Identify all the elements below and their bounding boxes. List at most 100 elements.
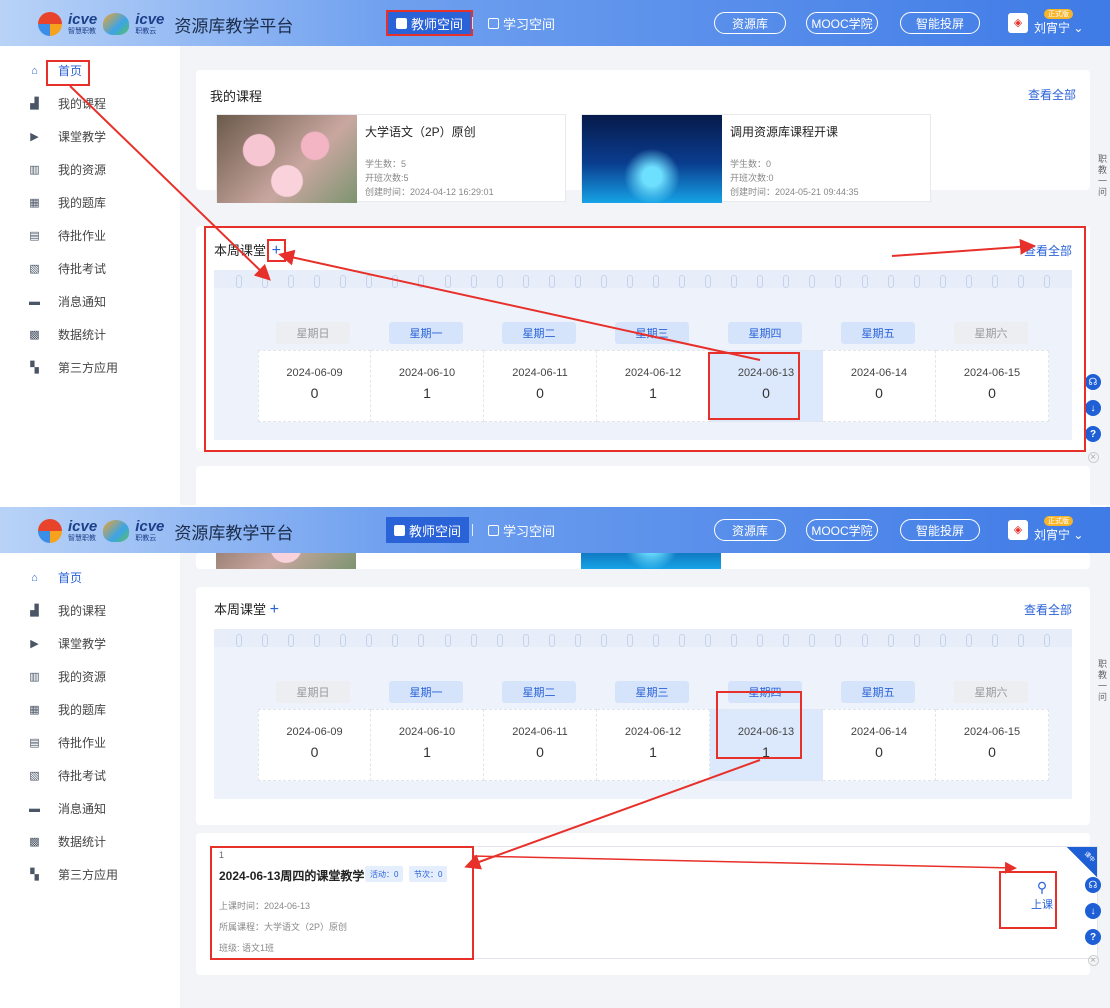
course-thumbnail xyxy=(582,115,722,203)
add-class-button[interactable]: + xyxy=(270,601,279,618)
user-name: 刘宵宁 xyxy=(1034,528,1071,542)
date-cell[interactable]: 2024-06-14 0 xyxy=(823,350,936,422)
headset-icon[interactable]: ☊ xyxy=(1085,374,1101,390)
divider xyxy=(472,524,473,536)
smart-cast-button[interactable]: 智能投屏 xyxy=(900,519,980,541)
sidebar-item-9[interactable]: ▚ 第三方应用 xyxy=(0,858,180,891)
date-cell[interactable]: 2024-06-15 0 xyxy=(936,709,1049,781)
sidebar-item-3[interactable]: ▥ 我的资源 xyxy=(0,660,180,693)
logo[interactable]: icve 智慧职教 icve 职教云 资源库教学平台 xyxy=(38,518,293,544)
sidebar-item-0[interactable]: ⌂ 首页 xyxy=(0,561,180,594)
date-cell[interactable]: 2024-06-10 1 xyxy=(371,709,484,781)
study-space-icon xyxy=(488,524,499,536)
homework-icon: ▤ xyxy=(29,230,40,242)
sidebar-item-2[interactable]: ▶ 课堂教学 xyxy=(0,120,180,153)
my-courses-view-all-link[interactable]: 查看全部 xyxy=(1028,86,1076,103)
lotus-logo-icon xyxy=(103,13,130,35)
resource-icon: ▥ xyxy=(29,164,40,176)
sidebar-item-8[interactable]: ▩ 数据统计 xyxy=(0,318,180,351)
study-space-button[interactable]: 学习空间 xyxy=(480,10,563,36)
day-header: 星期六 xyxy=(954,681,1028,703)
user-menu[interactable]: ◈ 正式版 刘宵宁 ⌄ xyxy=(1008,516,1083,543)
ring-icon xyxy=(236,634,242,647)
smart-cast-button[interactable]: 智能投屏 xyxy=(900,12,980,34)
resource-library-button[interactable]: 资源库 xyxy=(714,12,786,34)
next-card xyxy=(196,466,1090,505)
sidebar-item-5[interactable]: ▤ 待批作业 xyxy=(0,726,180,759)
start-class-label: 上课 xyxy=(1031,899,1053,911)
mooc-button[interactable]: MOOC学院 xyxy=(806,12,878,34)
sidebar-item-2[interactable]: ▶ 课堂教学 xyxy=(0,627,180,660)
sidebar-item-7[interactable]: ▬ 消息通知 xyxy=(0,285,180,318)
close-icon[interactable]: × xyxy=(1087,452,1099,463)
date-cell[interactable]: 2024-06-10 1 xyxy=(371,350,484,422)
sidebar-item-1[interactable]: ▟ 我的课程 xyxy=(0,594,180,627)
date-cell[interactable]: 2024-06-13 0 xyxy=(710,350,823,422)
sidebar-item-6[interactable]: ▧ 待批考试 xyxy=(0,252,180,285)
sidebar-item-6[interactable]: ▧ 待批考试 xyxy=(0,759,180,792)
course-thumbnail xyxy=(581,553,721,569)
week-view-all-link[interactable]: 查看全部 xyxy=(1024,601,1072,618)
ring-icon xyxy=(288,634,295,647)
date-cell[interactable]: 2024-06-11 0 xyxy=(484,709,597,781)
ring-icon xyxy=(731,275,738,288)
sidebar-item-label: 消息通知 xyxy=(58,295,107,309)
teacher-space-button[interactable]: 教师空间 xyxy=(386,517,470,543)
course-students: 学生数：0 xyxy=(730,159,772,169)
logo1-sub: 智慧职教 xyxy=(68,28,96,35)
lesson-card[interactable]: 1 2024-06-13周四的课堂教学 活动：0 节次：0 上课时间：2024-… xyxy=(210,846,1098,959)
course-card-2[interactable]: 调用资源库课程开课 学生数：0 开班次数:0 创建时间：2024-05-21 0… xyxy=(581,114,931,203)
lesson-time: 上课时间：2024-06-13 xyxy=(219,901,311,911)
sidebar-item-label: 消息通知 xyxy=(58,802,107,816)
user-menu[interactable]: ◈ 正式版 刘宵宁 ⌄ xyxy=(1008,9,1083,36)
sidebar-item-0[interactable]: ⌂ 首页 xyxy=(0,54,180,87)
help-icon[interactable]: ? xyxy=(1085,426,1101,442)
sidebar-item-1[interactable]: ▟ 我的课程 xyxy=(0,87,180,120)
add-class-button[interactable]: + xyxy=(266,239,287,262)
sidebar-item-3[interactable]: ▥ 我的资源 xyxy=(0,153,180,186)
class-count: 0 xyxy=(536,385,544,401)
sidebar-item-7[interactable]: ▬ 消息通知 xyxy=(0,792,180,825)
help-icon[interactable]: ? xyxy=(1085,929,1101,945)
ring-icon xyxy=(809,634,816,647)
sidebar-item-8[interactable]: ▩ 数据统计 xyxy=(0,825,180,858)
close-icon[interactable]: × xyxy=(1087,955,1099,966)
study-space-button[interactable]: 学习空间 xyxy=(480,517,563,543)
logo[interactable]: icve 智慧职教 icve 职教云 资源库教学平台 xyxy=(38,11,293,37)
teacher-space-button[interactable]: 教师空间 xyxy=(386,10,474,36)
mooc-button[interactable]: MOOC学院 xyxy=(806,519,878,541)
date-cell[interactable]: 2024-06-12 1 xyxy=(597,350,710,422)
headset-icon[interactable]: ☊ xyxy=(1085,877,1101,893)
ring-icon xyxy=(288,275,295,288)
date-cell[interactable]: 2024-06-15 0 xyxy=(936,350,1049,422)
date-cell[interactable]: 2024-06-11 0 xyxy=(484,350,597,422)
resource-library-button[interactable]: 资源库 xyxy=(714,519,786,541)
sidebar-item-5[interactable]: ▤ 待批作业 xyxy=(0,219,180,252)
date-cell[interactable]: 2024-06-09 0 xyxy=(258,350,371,422)
date-cell[interactable]: 2024-06-13 1 xyxy=(710,709,823,781)
date-cell[interactable]: 2024-06-09 0 xyxy=(258,709,371,781)
day-header: 星期六 xyxy=(954,322,1028,344)
download-icon[interactable]: ↓ xyxy=(1085,400,1101,416)
download-icon[interactable]: ↓ xyxy=(1085,903,1101,919)
date-cell[interactable]: 2024-06-14 0 xyxy=(823,709,936,781)
ring-icon xyxy=(314,634,321,647)
date-label: 2024-06-09 xyxy=(286,367,343,379)
day-header: 星期五 xyxy=(841,322,915,344)
day-header: 星期一 xyxy=(389,681,463,703)
exam-icon: ▧ xyxy=(29,770,40,782)
day-header: 星期三 xyxy=(615,322,689,344)
date-cell[interactable]: 2024-06-12 1 xyxy=(597,709,710,781)
week-view-all-link[interactable]: 查看全部 xyxy=(1024,242,1072,259)
lesson-index: 1 xyxy=(219,850,225,860)
sidebar-item-9[interactable]: ▚ 第三方应用 xyxy=(0,351,180,384)
lesson-course: 所属课程：大学语文（2P）原创 xyxy=(219,922,348,932)
sidebar-item-4[interactable]: ▦ 我的题库 xyxy=(0,693,180,726)
date-label: 2024-06-12 xyxy=(624,726,682,738)
class-count: 0 xyxy=(762,385,770,401)
week-class-card: 本周课堂 + 查看全部 星期日 星期一 星期二 星期三 星期四 星期五 星期六 2024-0… xyxy=(196,226,1090,451)
start-class-button[interactable]: ⚲ 上课 xyxy=(1022,879,1062,912)
ring-icon xyxy=(496,275,503,288)
course-card-1[interactable]: 大学语文（2P）原创 学生数：5 开班次数:5 创建时间：2024-04-12 … xyxy=(216,114,566,203)
sidebar-item-4[interactable]: ▦ 我的题库 xyxy=(0,186,180,219)
